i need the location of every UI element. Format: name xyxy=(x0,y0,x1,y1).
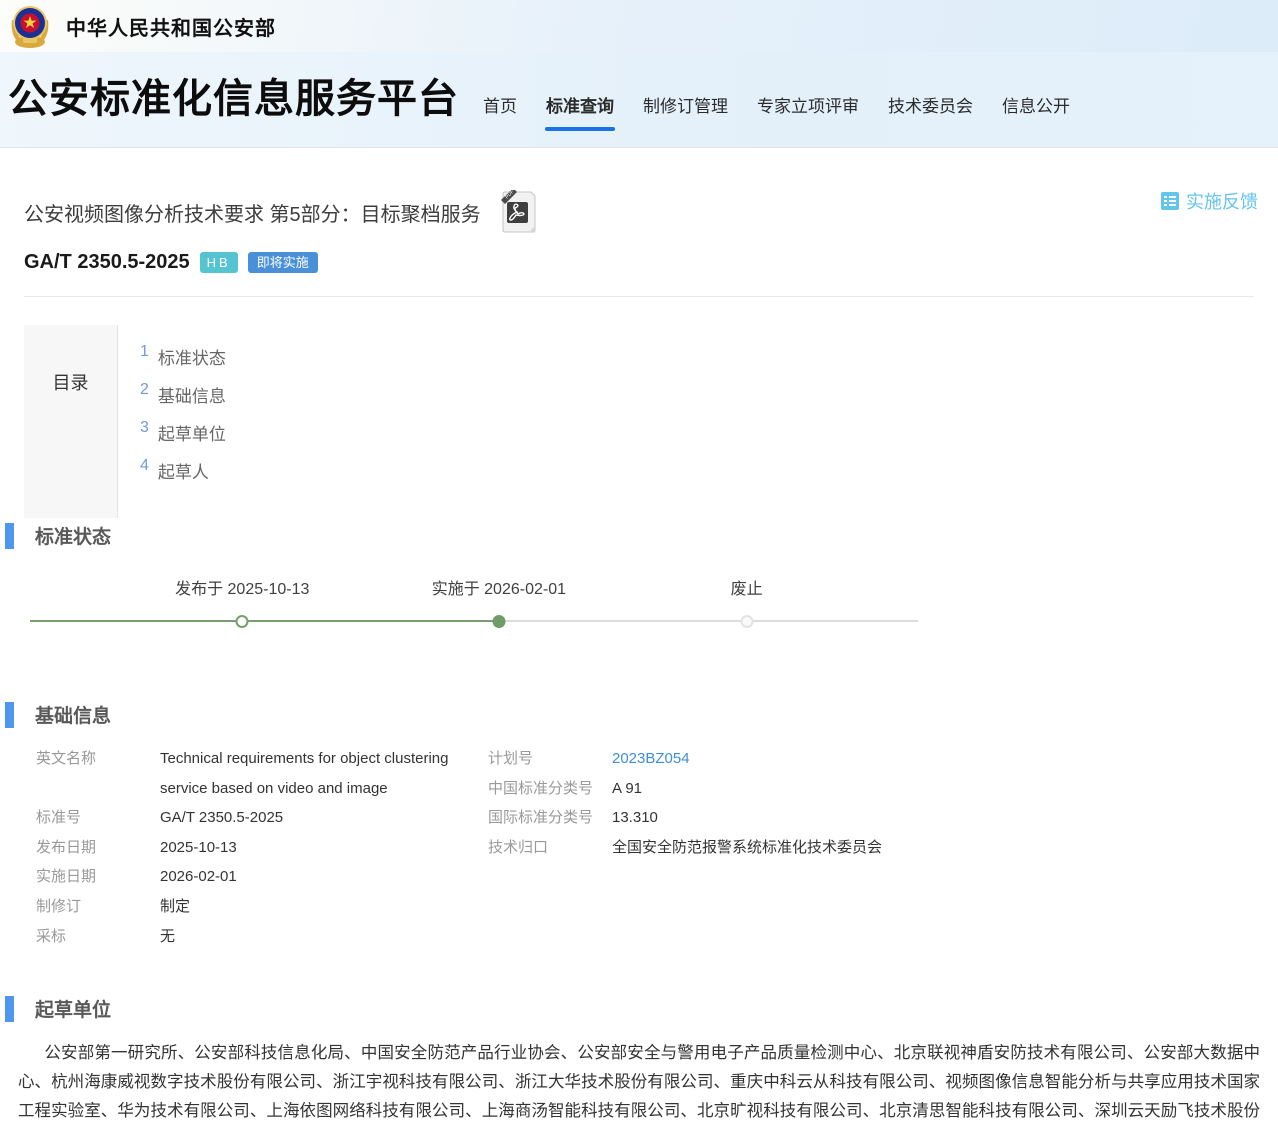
milestone-abolished-label: 废止 xyxy=(731,575,763,599)
section-heading-basic-info: 基础信息 xyxy=(0,701,1278,728)
table-of-contents: 目录 1 标准状态 2 基础信息 3 起草单位 4 起草人 xyxy=(24,325,1254,518)
info-row-adoption: 采标 无 xyxy=(36,922,488,952)
info-label: 英文名称 xyxy=(36,744,160,803)
site-header: 公安标准化信息服务平台 首页 标准查询 制修订管理 专家立项评审 技术委员会 信… xyxy=(0,52,1278,148)
info-row-ics: 国际标准分类号 13.310 xyxy=(488,803,882,833)
info-value: 制定 xyxy=(160,892,475,922)
section-drafting-units: 起草单位 公安部第一研究所、公安部科技信息化局、中国安全防范产品行业协会、公安部… xyxy=(0,995,1278,1122)
basic-info-left-column: 英文名称 Technical requirements for object c… xyxy=(36,744,488,951)
milestone-implemented-dot xyxy=(492,615,505,628)
nav-revision-management[interactable]: 制修订管理 xyxy=(643,92,728,131)
section-accent-bar xyxy=(5,996,14,1022)
info-row-english-name: 英文名称 Technical requirements for object c… xyxy=(36,744,488,803)
main-nav: 首页 标准查询 制修订管理 专家立项评审 技术委员会 信息公开 xyxy=(483,92,1070,131)
nav-standard-query[interactable]: 标准查询 xyxy=(546,92,614,131)
section-basic-info: 基础信息 英文名称 Technical requirements for obj… xyxy=(0,701,1278,951)
toc-label: 基础信息 xyxy=(158,382,226,407)
info-value: 2025-10-13 xyxy=(160,833,475,863)
timeline-progress xyxy=(30,620,499,622)
milestone-published-label: 发布于 2025-10-13 xyxy=(175,575,309,599)
info-value: A 91 xyxy=(612,774,642,804)
drafting-units-paragraph: 公安部第一研究所、公安部科技信息化局、中国安全防范产品行业协会、公安部安全与警用… xyxy=(18,1039,1260,1122)
document-header: 公安视频图像分析技术要求 第5部分：目标聚档服务 PDF 实施反馈 GA/T 2… xyxy=(0,148,1278,297)
info-label: 标准号 xyxy=(36,803,160,833)
section-title: 起草单位 xyxy=(35,995,111,1022)
status-badge: 即将实施 xyxy=(248,252,318,274)
info-label: 制修订 xyxy=(36,892,160,922)
nav-technical-committee[interactable]: 技术委员会 xyxy=(888,92,973,131)
org-name: 中华人民共和国公安部 xyxy=(66,12,276,41)
toc-num: 3 xyxy=(140,419,149,437)
divider xyxy=(24,296,1254,297)
info-row-technical-committee: 技术归口 全国安全防范报警系统标准化技术委员会 xyxy=(488,833,882,863)
info-label: 发布日期 xyxy=(36,833,160,863)
section-accent-bar xyxy=(5,702,14,728)
hb-badge: HB xyxy=(200,252,238,274)
section-title: 标准状态 xyxy=(35,522,111,549)
info-label: 中国标准分类号 xyxy=(488,774,612,804)
police-emblem-logo xyxy=(8,2,52,50)
info-label: 技术归口 xyxy=(488,833,612,863)
info-label: 国际标准分类号 xyxy=(488,803,612,833)
basic-info-right-column: 计划号 2023BZ054 中国标准分类号 A 91 国际标准分类号 13.31… xyxy=(488,744,882,951)
info-row-standard-no: 标准号 GA/T 2350.5-2025 xyxy=(36,803,488,833)
toc-num: 2 xyxy=(140,381,149,399)
feedback-form-icon xyxy=(1160,191,1180,211)
section-accent-bar xyxy=(5,523,14,549)
plan-number-link[interactable]: 2023BZ054 xyxy=(612,744,690,774)
toc-title: 目录 xyxy=(24,369,117,395)
milestone-abolished-dot xyxy=(740,615,753,628)
section-title: 基础信息 xyxy=(35,701,111,728)
info-row-revision-type: 制修订 制定 xyxy=(36,892,488,922)
nav-info-disclosure[interactable]: 信息公开 xyxy=(1002,92,1070,131)
milestone-implemented-label: 实施于 2026-02-01 xyxy=(432,575,566,599)
drafting-units-text: 公安部第一研究所、公安部科技信息化局、中国安全防范产品行业协会、公安部安全与警用… xyxy=(18,1044,1260,1122)
toc-item-drafting-units[interactable]: 3 起草单位 xyxy=(140,413,226,451)
info-label: 实施日期 xyxy=(36,862,160,892)
toc-num: 4 xyxy=(140,457,149,475)
info-value: 无 xyxy=(160,922,475,952)
info-row-ccs: 中国标准分类号 A 91 xyxy=(488,774,882,804)
nav-expert-review[interactable]: 专家立项评审 xyxy=(757,92,859,131)
top-bar: 中华人民共和国公安部 xyxy=(0,0,1278,52)
document-title: 公安视频图像分析技术要求 第5部分：目标聚档服务 xyxy=(24,198,481,227)
nav-home[interactable]: 首页 xyxy=(483,92,517,131)
info-label: 采标 xyxy=(36,922,160,952)
toc-label: 标准状态 xyxy=(158,344,226,369)
section-standard-status: 标准状态 发布于 2025-10-13 实施于 2026-02-01 废止 xyxy=(0,522,1278,661)
pdf-download-icon[interactable]: PDF xyxy=(499,190,537,234)
toc-item-standard-status[interactable]: 1 标准状态 xyxy=(140,337,226,375)
section-heading-status: 标准状态 xyxy=(0,522,1278,549)
feedback-label: 实施反馈 xyxy=(1186,188,1258,214)
toc-list: 1 标准状态 2 基础信息 3 起草单位 4 起草人 xyxy=(118,325,226,518)
milestone-published-dot xyxy=(236,615,249,628)
toc-title-box: 目录 xyxy=(24,325,118,518)
toc-item-drafters[interactable]: 4 起草人 xyxy=(140,451,226,489)
page: 中华人民共和国公安部 公安标准化信息服务平台 首页 标准查询 制修订管理 专家立… xyxy=(0,0,1278,1122)
status-timeline: 发布于 2025-10-13 实施于 2026-02-01 废止 xyxy=(30,565,918,661)
toc-num: 1 xyxy=(140,343,149,361)
basic-info-grid: 英文名称 Technical requirements for object c… xyxy=(0,744,1278,951)
info-value: 13.310 xyxy=(612,803,658,833)
info-value: 2026-02-01 xyxy=(160,862,475,892)
info-value: 全国安全防范报警系统标准化技术委员会 xyxy=(612,833,882,863)
info-row-implement-date: 实施日期 2026-02-01 xyxy=(36,862,488,892)
site-title: 公安标准化信息服务平台 xyxy=(8,66,459,124)
info-value: Technical requirements for object cluste… xyxy=(160,744,475,803)
implementation-feedback-link[interactable]: 实施反馈 xyxy=(1160,188,1258,214)
toc-label: 起草单位 xyxy=(158,420,226,445)
info-label: 计划号 xyxy=(488,744,612,774)
toc-item-basic-info[interactable]: 2 基础信息 xyxy=(140,375,226,413)
standard-number: GA/T 2350.5-2025 xyxy=(24,251,190,274)
info-row-plan-no: 计划号 2023BZ054 xyxy=(488,744,882,774)
section-heading-drafting-units: 起草单位 xyxy=(0,995,1278,1022)
info-value: GA/T 2350.5-2025 xyxy=(160,803,475,833)
toc-label: 起草人 xyxy=(158,458,209,483)
info-row-publish-date: 发布日期 2025-10-13 xyxy=(36,833,488,863)
